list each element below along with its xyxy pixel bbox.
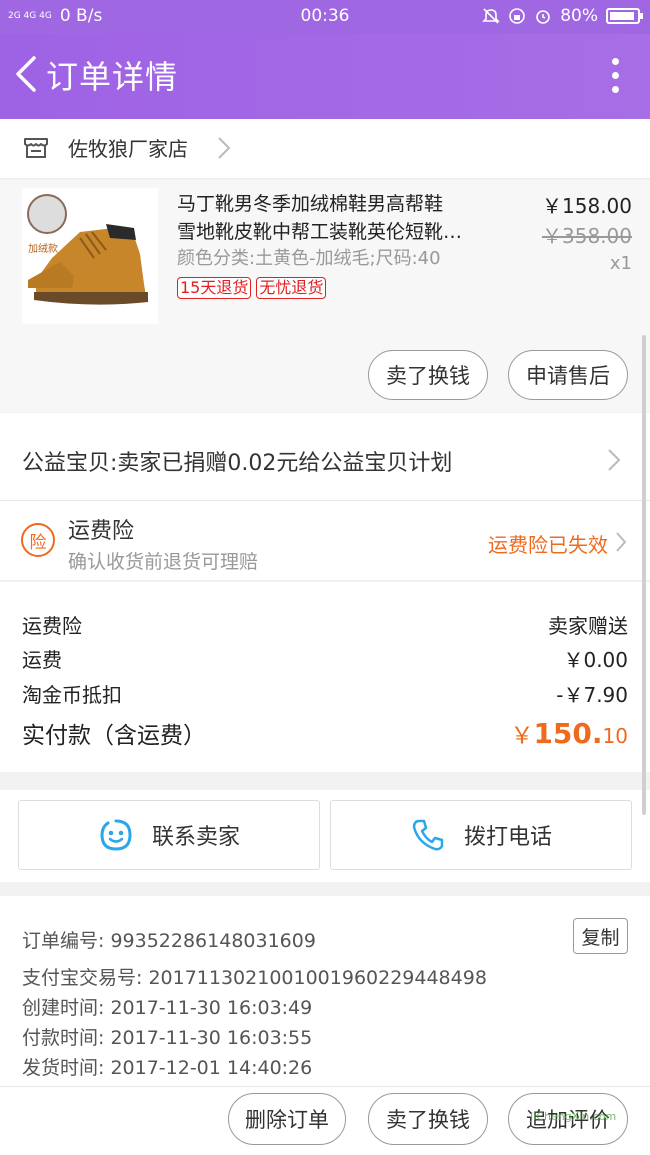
cost-row: 运费险 卖家赠送: [22, 610, 628, 640]
cost-label: 运费: [22, 648, 62, 672]
contact-section: 联系卖家 拨打电话: [0, 790, 650, 882]
shop-name: 佐牧狼厂家店: [68, 137, 188, 161]
nav-bar: 订单详情: [0, 34, 650, 119]
battery-percent: 80%: [560, 6, 598, 26]
product-title-line1: 马丁靴男冬季加绒棉鞋男高帮鞋: [177, 193, 444, 215]
rotation-lock-icon: [509, 8, 526, 24]
resell-bottom-button[interactable]: 卖了换钱: [368, 1093, 488, 1145]
created-time: 创建时间: 2017-11-30 16:03:49: [22, 997, 313, 1019]
alarm-icon: [536, 10, 551, 24]
page-title: 订单详情: [46, 58, 179, 96]
insurance-icon: 险: [21, 523, 55, 557]
product-image: 加绒款: [22, 188, 158, 324]
scrollbar[interactable]: [642, 335, 646, 815]
resell-button[interactable]: 卖了换钱: [368, 350, 488, 400]
total-row: 实付款（含运费） ￥150.10: [22, 716, 628, 756]
call-phone-button[interactable]: 拨打电话: [330, 800, 632, 870]
cost-row: 淘金币抵扣 -￥7.90: [22, 679, 628, 709]
contact-seller-label: 联系卖家: [151, 825, 240, 850]
product-card[interactable]: 加绒款 马丁靴男冬季加绒棉鞋男高帮鞋 雪地靴皮靴中帮工装靴英伦短靴… 颜色分类:…: [0, 180, 650, 412]
store-icon: [24, 138, 48, 158]
total-decimal: 10: [602, 724, 628, 748]
battery-icon: [606, 8, 643, 24]
status-bar: 2G 4G 4G 0 B/s 00:36 80%: [0, 0, 650, 34]
contact-seller-button[interactable]: 联系卖家: [18, 800, 320, 870]
apply-after-sale-button[interactable]: 申请售后: [508, 350, 628, 400]
mute-icon: [482, 8, 501, 24]
tag-worry-free-return: 无忧退货: [256, 277, 327, 299]
original-price: ￥358.00: [542, 224, 632, 248]
chevron-right-icon: [218, 137, 231, 159]
total-label: 实付款（含运费）: [22, 723, 206, 749]
call-phone-label: 拨打电话: [463, 825, 552, 850]
insurance-subtitle: 确认收货前退货可理赔: [68, 551, 259, 573]
cost-row: 运费 ￥0.00: [22, 644, 628, 674]
total-amount: ￥150.10: [510, 716, 628, 750]
charity-text: 公益宝贝:卖家已捐赠0.02元给公益宝贝计划: [22, 451, 453, 476]
order-number: 订单编号: 99352286148031609: [22, 930, 316, 952]
product-price: ￥158.00: [542, 194, 632, 218]
shop-header[interactable]: 佐牧狼厂家店: [0, 119, 650, 179]
cost-label: 淘金币抵扣: [22, 683, 122, 707]
alipay-trade-number: 支付宝交易号: 2017113021001001960229448498: [22, 967, 487, 989]
product-quantity: x1: [609, 253, 632, 274]
paid-time: 付款时间: 2017-11-30 16:03:55: [22, 1027, 313, 1049]
charity-row[interactable]: 公益宝贝:卖家已捐赠0.02元给公益宝贝计划: [0, 413, 650, 501]
order-info: 订单编号: 99352286148031609 复制 支付宝交易号: 20171…: [0, 896, 650, 1086]
watermark: JiChengXin.com: [530, 1110, 617, 1123]
phone-icon: [412, 819, 444, 851]
cost-value: -￥7.90: [556, 683, 628, 707]
more-options-icon[interactable]: [610, 58, 620, 98]
service-tags: 15天退货 无忧退货: [177, 277, 327, 299]
currency-symbol: ￥: [510, 723, 534, 749]
back-arrow-icon[interactable]: [10, 54, 46, 94]
shipping-insurance-row[interactable]: 险 运费险 确认收货前退货可理赔 运费险已失效: [0, 501, 650, 581]
chat-face-icon: [100, 819, 132, 851]
chevron-right-icon: [616, 532, 627, 552]
delete-order-button[interactable]: 删除订单: [228, 1093, 346, 1145]
product-title-line2: 雪地靴皮靴中帮工装靴英伦短靴…: [177, 221, 463, 243]
insurance-title: 运费险: [68, 519, 135, 544]
cost-label: 运费险: [22, 614, 82, 638]
cost-value: 卖家赠送: [548, 614, 628, 638]
cost-value: ￥0.00: [563, 648, 628, 672]
chevron-right-icon: [608, 449, 621, 471]
boot-image: [28, 224, 148, 305]
total-integer: 150.: [533, 717, 603, 750]
product-sku: 颜色分类:土黄色-加绒毛;尺码:40: [177, 248, 441, 269]
copy-button[interactable]: 复制: [573, 918, 628, 954]
insurance-status: 运费险已失效: [488, 533, 608, 557]
cost-summary: 运费险 卖家赠送 运费 ￥0.00 淘金币抵扣 -￥7.90 实付款（含运费） …: [0, 582, 650, 772]
shipped-time: 发货时间: 2017-12-01 14:40:26: [22, 1057, 313, 1079]
tag-15-day-return: 15天退货: [177, 277, 252, 299]
